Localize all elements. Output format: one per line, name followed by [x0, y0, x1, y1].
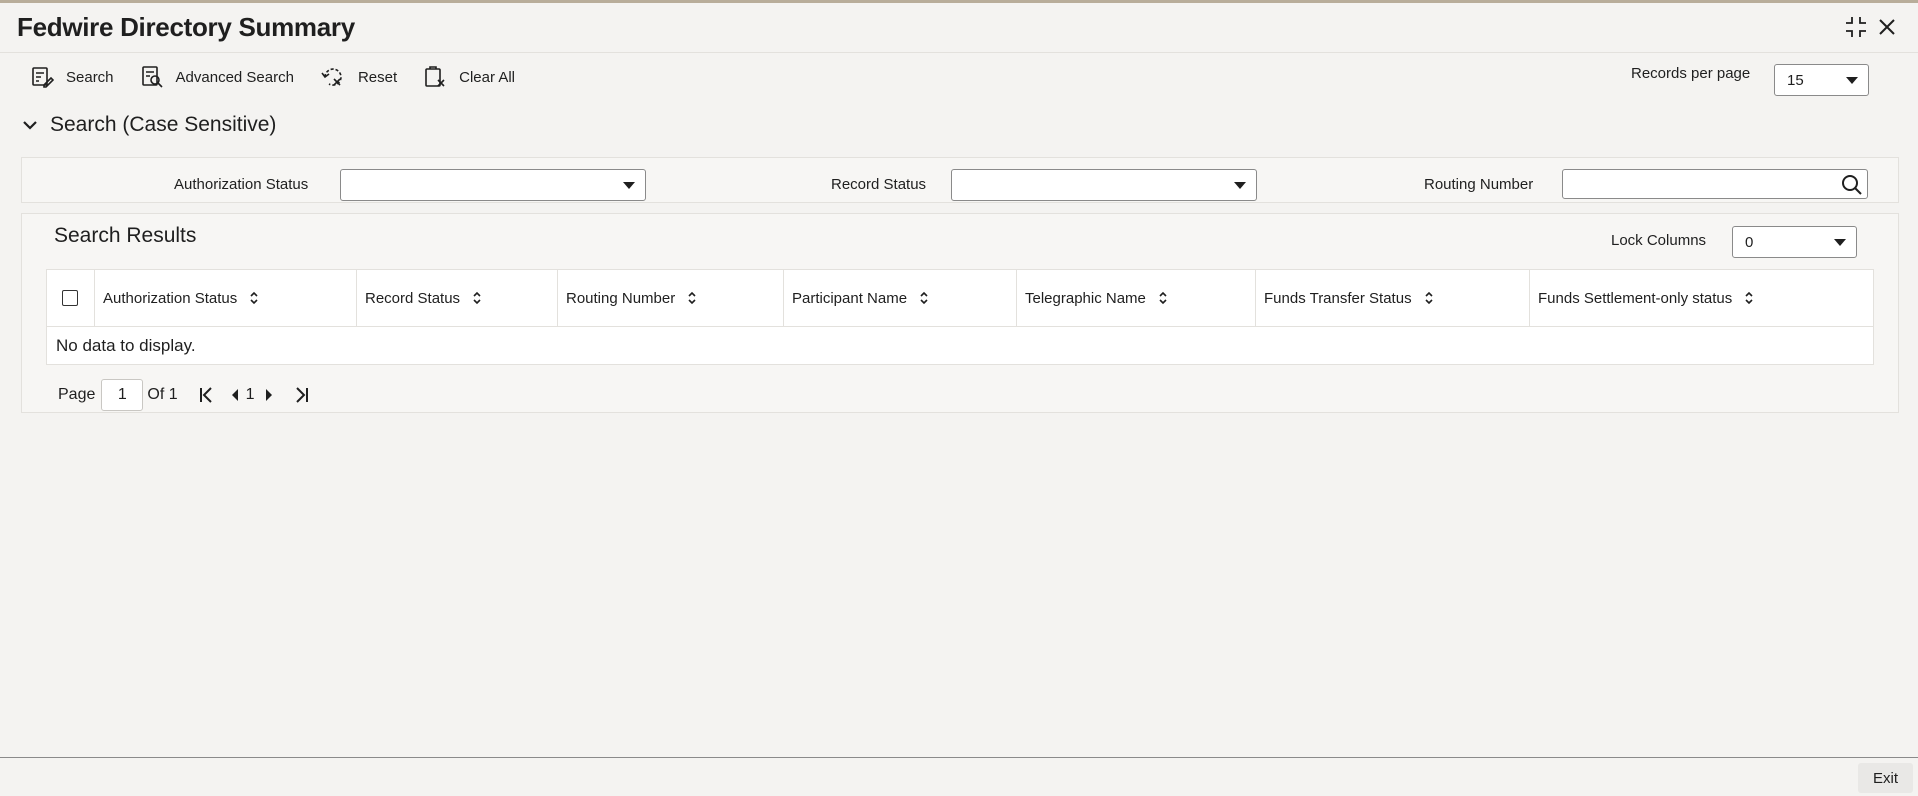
- sort-icon: [1159, 291, 1167, 305]
- sort-icon: [688, 291, 696, 305]
- table-header-row: Authorization Status Record Status Routi…: [47, 270, 1873, 327]
- close-icon: [1879, 19, 1895, 35]
- advanced-search-button-label: Advanced Search: [175, 68, 294, 86]
- column-header-record-status[interactable]: Record Status: [357, 270, 558, 326]
- first-page-icon: [199, 387, 212, 403]
- select-all-checkbox[interactable]: [62, 290, 78, 306]
- record-status-label: Record Status: [831, 176, 927, 193]
- select-all-header: [47, 270, 95, 326]
- sort-icon: [920, 291, 928, 305]
- column-header-label: Routing Number: [566, 289, 676, 307]
- column-header-funds-settlement-only-status[interactable]: Funds Settlement-only status: [1530, 270, 1873, 326]
- last-page-icon: [295, 387, 308, 403]
- column-header-routing-number[interactable]: Routing Number: [558, 270, 784, 326]
- previous-page-icon: [231, 389, 238, 401]
- sort-icon: [1745, 291, 1753, 305]
- page-title: Fedwire Directory Summary: [17, 12, 355, 42]
- exit-button-label: Exit: [1872, 769, 1898, 787]
- records-per-page-value: 15: [1787, 71, 1804, 89]
- clear-all-button[interactable]: Clear All: [423, 65, 515, 89]
- search-button[interactable]: Search: [30, 65, 114, 89]
- reset-button-label: Reset: [357, 68, 398, 86]
- page-number-value: 1: [117, 386, 127, 403]
- column-header-telegraphic-name[interactable]: Telegraphic Name: [1017, 270, 1256, 326]
- sort-icon: [473, 291, 481, 305]
- sort-icon: [1425, 291, 1433, 305]
- routing-number-field[interactable]: [1562, 169, 1868, 199]
- lock-columns-select[interactable]: 0: [1732, 226, 1857, 258]
- page-of-label: Of 1: [147, 386, 178, 403]
- column-header-authorization-status[interactable]: Authorization Status: [95, 270, 357, 326]
- column-header-label: Participant Name: [792, 289, 908, 307]
- records-per-page-label: Records per page: [1631, 65, 1751, 82]
- routing-number-label: Routing Number: [1424, 176, 1534, 193]
- chevron-down-icon: [623, 182, 635, 189]
- footer-divider: [0, 757, 1918, 758]
- magnifier-icon[interactable]: [1840, 173, 1864, 197]
- authorization-status-select[interactable]: [340, 169, 646, 201]
- chevron-down-icon: [1834, 239, 1846, 246]
- column-header-label: Funds Transfer Status: [1264, 289, 1412, 307]
- first-page-button[interactable]: [198, 386, 214, 404]
- reset-icon: [321, 68, 342, 86]
- column-header-label: Telegraphic Name: [1025, 289, 1146, 307]
- page-number-input[interactable]: 1: [101, 379, 144, 411]
- chevron-down-icon: [1234, 182, 1246, 189]
- search-form-icon: [32, 67, 54, 88]
- results-table: Authorization Status Record Status Routi…: [46, 269, 1874, 365]
- records-per-page-select[interactable]: 15: [1774, 64, 1869, 96]
- close-button[interactable]: [1874, 14, 1900, 40]
- lock-columns-label: Lock Columns: [1611, 232, 1707, 249]
- next-page-button[interactable]: [264, 388, 274, 402]
- column-header-label: Authorization Status: [103, 289, 238, 307]
- search-section-title: Search (Case Sensitive): [50, 113, 277, 136]
- advanced-search-icon: [141, 66, 163, 88]
- column-header-participant-name[interactable]: Participant Name: [784, 270, 1017, 326]
- sort-icon: [250, 291, 258, 305]
- next-page-icon: [265, 389, 272, 401]
- chevron-down-icon: [1846, 77, 1858, 84]
- page-label: Page: [58, 386, 96, 403]
- previous-page-button[interactable]: [230, 388, 240, 402]
- chevron-down-icon: [23, 121, 37, 130]
- clear-all-icon: [425, 66, 445, 87]
- column-header-funds-transfer-status[interactable]: Funds Transfer Status: [1256, 270, 1530, 326]
- page-number-link[interactable]: 1: [246, 386, 255, 404]
- empty-table-message: No data to display.: [56, 336, 196, 355]
- lock-columns-value: 0: [1745, 233, 1754, 251]
- search-button-label: Search: [66, 68, 114, 86]
- advanced-search-button[interactable]: Advanced Search: [140, 65, 294, 89]
- clear-all-button-label: Clear All: [459, 68, 515, 86]
- column-header-label: Record Status: [365, 289, 461, 307]
- minimize-button[interactable]: [1843, 14, 1869, 40]
- toolbar: Search Advanced Search Reset Clear All: [30, 62, 541, 92]
- search-results-title: Search Results: [54, 224, 197, 247]
- search-criteria-panel: Authorization Status Record Status Routi…: [21, 157, 1899, 203]
- reset-button[interactable]: Reset: [320, 65, 397, 89]
- search-section-toggle[interactable]: Search (Case Sensitive): [22, 113, 276, 137]
- column-header-label: Funds Settlement-only status: [1538, 289, 1733, 307]
- authorization-status-label: Authorization Status: [174, 176, 309, 193]
- record-status-select[interactable]: [951, 169, 1257, 201]
- last-page-button[interactable]: [294, 386, 310, 404]
- minimize-icon: [1846, 17, 1866, 37]
- header-divider: [0, 52, 1918, 53]
- exit-button[interactable]: Exit: [1858, 763, 1913, 793]
- pagination: Page 1 Of 1 1: [58, 379, 310, 411]
- top-decoration-strip: [0, 0, 1918, 3]
